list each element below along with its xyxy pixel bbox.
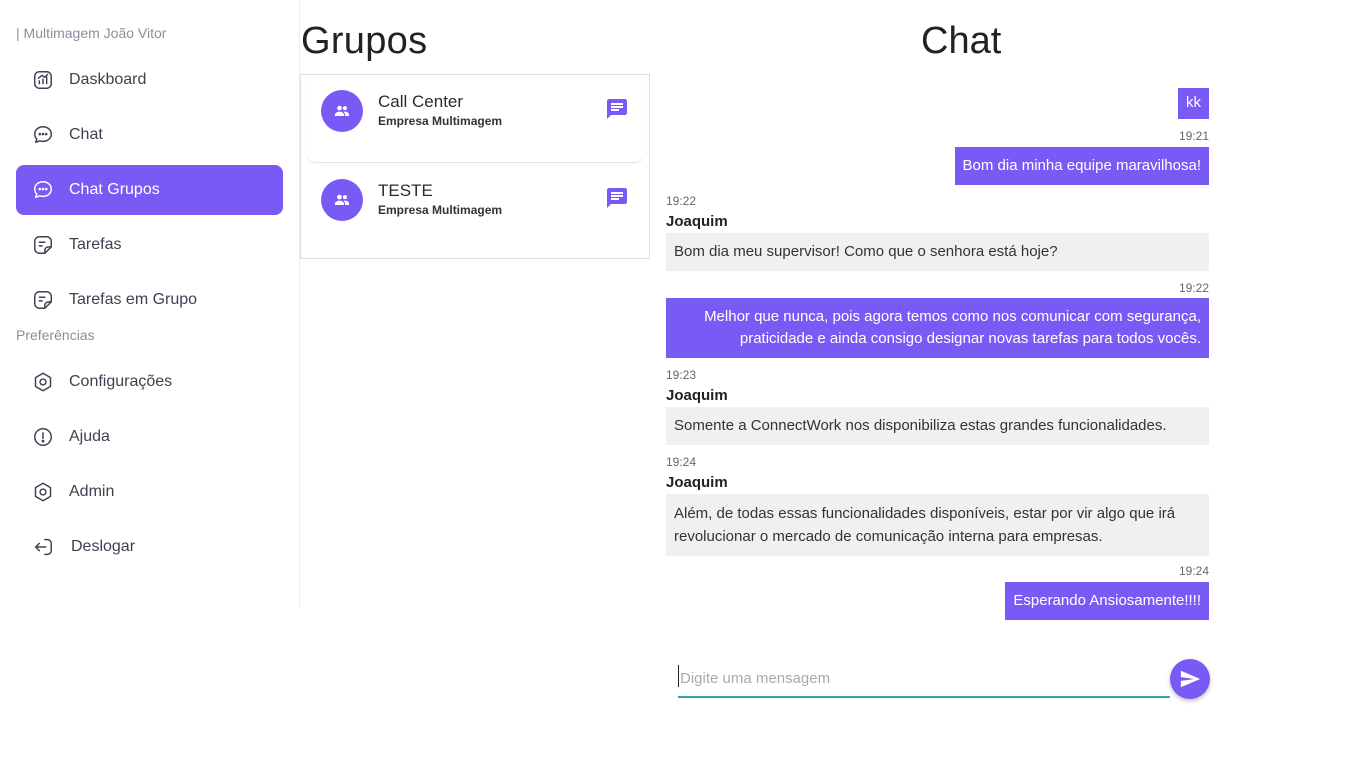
message-time: 19:24 <box>666 455 697 469</box>
group-avatar <box>321 179 363 221</box>
sidebar-item-label: Daskboard <box>69 71 147 88</box>
sidebar-item-help[interactable]: Ajuda <box>16 412 283 462</box>
sidebar-item-label: Chat <box>69 126 103 143</box>
send-icon <box>1180 670 1201 688</box>
message-time: 19:24 <box>1178 564 1209 578</box>
group-company: Empresa Multimagem <box>378 203 503 217</box>
sidebar-item-chat-groups[interactable]: Chat Grupos <box>16 165 283 215</box>
sidebar-item-label: Tarefas em Grupo <box>69 291 198 308</box>
sidebar-item-chat[interactable]: Chat <box>16 110 283 160</box>
message-bubble-outgoing: Esperando Ansiosamente!!!! <box>1005 582 1209 620</box>
group-tasks-icon <box>32 289 54 311</box>
groups-title: Grupos <box>301 20 428 62</box>
chat-title: Chat <box>921 20 1002 62</box>
message-line: Melhor que nunca, pois agora temos como … <box>704 308 1201 325</box>
group-people-icon <box>334 194 350 205</box>
tasks-icon <box>32 234 54 256</box>
message-bubble-outgoing: Melhor que nunca, pois agora temos como … <box>666 298 1209 358</box>
message-line: revolucionar o mercado de comunicação in… <box>674 528 1103 545</box>
chat-icon <box>32 124 54 146</box>
message-line: Além, de todas essas funcionalidades dis… <box>674 505 1176 522</box>
message-bubble-incoming: Somente a ConnectWork nos disponibiliza … <box>666 407 1209 445</box>
chat-groups-icon <box>32 179 54 201</box>
sidebar-item-label: Chat Grupos <box>69 181 160 198</box>
message-time: 19:22 <box>666 194 697 208</box>
group-name: Call Center <box>378 92 464 111</box>
group-name: TESTE <box>378 181 433 200</box>
message-icon[interactable] <box>605 97 629 121</box>
sidebar-item-logout[interactable]: Deslogar <box>16 522 283 572</box>
sidebar-item-dashboard[interactable]: Daskboard <box>16 55 283 105</box>
message-sender: Joaquim <box>666 387 728 404</box>
send-button[interactable] <box>1170 659 1210 699</box>
sidebar: | Multimagem João Vitor Daskboard Chat C… <box>0 0 300 606</box>
brand-label: | Multimagem João Vitor <box>16 25 167 41</box>
help-icon <box>32 426 54 448</box>
groups-list: Call Center Empresa Multimagem TESTE Emp… <box>300 74 650 259</box>
dashboard-icon <box>32 69 54 91</box>
group-people-icon <box>334 105 350 116</box>
message-bubble-incoming: Além, de todas essas funcionalidades dis… <box>666 494 1209 556</box>
sidebar-item-label: Admin <box>69 483 115 500</box>
sidebar-item-label: Configurações <box>69 373 173 390</box>
sidebar-item-label: Tarefas <box>69 236 122 253</box>
message-input[interactable] <box>678 660 1170 696</box>
settings-icon <box>32 371 54 393</box>
message-bubble-outgoing: kk <box>1178 88 1209 119</box>
logout-icon <box>32 536 54 558</box>
text-caret <box>678 665 679 687</box>
group-company: Empresa Multimagem <box>378 114 503 128</box>
message-sender: Joaquim <box>666 474 728 491</box>
message-time: 19:23 <box>666 368 697 382</box>
message-sender: Joaquim <box>666 213 728 230</box>
group-avatar <box>321 90 363 132</box>
message-time: 19:21 <box>1178 129 1209 143</box>
sidebar-item-tasks[interactable]: Tarefas <box>16 220 283 270</box>
admin-icon <box>32 481 54 503</box>
group-item-call-center[interactable]: Call Center Empresa Multimagem <box>306 75 644 163</box>
message-bubble-incoming: Bom dia meu supervisor! Como que o senho… <box>666 233 1209 271</box>
message-time: 19:22 <box>1178 281 1209 295</box>
sidebar-item-group-tasks[interactable]: Tarefas em Grupo <box>16 275 283 325</box>
group-item-teste[interactable]: TESTE Empresa Multimagem <box>306 164 644 252</box>
sidebar-item-label: Ajuda <box>69 428 110 445</box>
sidebar-item-settings[interactable]: Configurações <box>16 357 283 407</box>
message-line: praticidade e ainda consigo designar nov… <box>739 330 1201 347</box>
message-input-wrapper <box>678 660 1170 698</box>
preferences-section-label: Preferências <box>16 327 95 343</box>
message-bubble-outgoing: Bom dia minha equipe maravilhosa! <box>954 147 1209 185</box>
sidebar-item-label: Deslogar <box>71 538 136 555</box>
message-icon[interactable] <box>605 186 629 210</box>
sidebar-item-admin[interactable]: Admin <box>16 467 283 517</box>
